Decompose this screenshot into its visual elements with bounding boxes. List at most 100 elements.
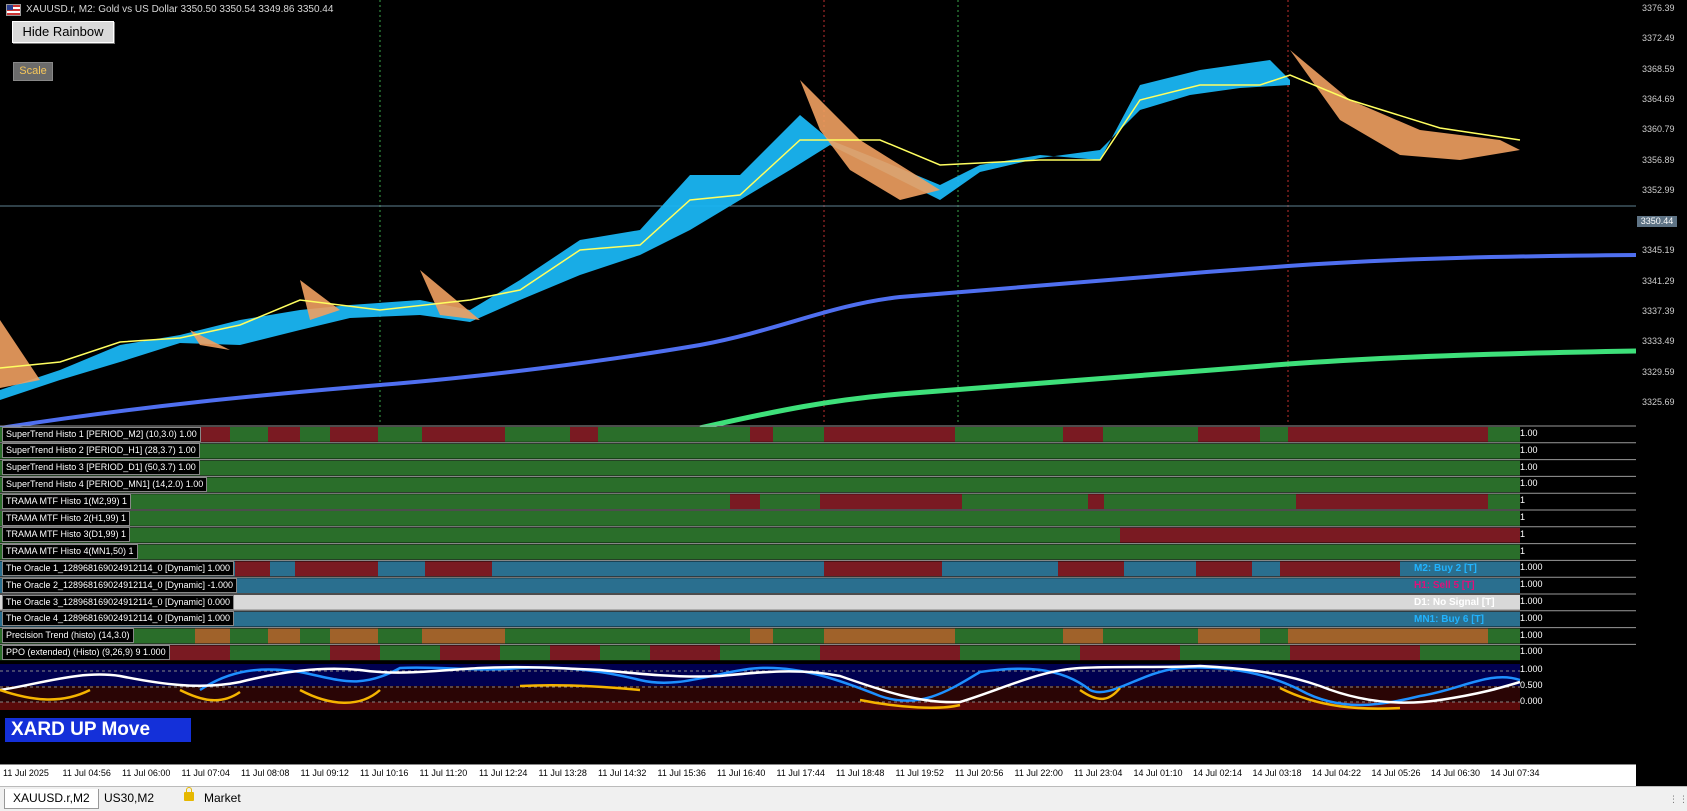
histo-segment [1104, 494, 1296, 509]
histo-segment [300, 427, 330, 442]
time-axis-label: 14 Jul 04:22 [1312, 768, 1362, 778]
subwindow-scale-label: 1.00 [1520, 428, 1538, 438]
price-axis-label: 3345.19 [1642, 245, 1675, 256]
histo-segment [268, 427, 300, 442]
tab-us30[interactable]: US30,M2 [96, 789, 162, 808]
oracle-status-h1: H1: Sell 5 [T] [1414, 580, 1475, 591]
histo-segment [820, 645, 960, 661]
histo-segment [1488, 494, 1520, 509]
subwindow-scale-label: 1.00 [1520, 478, 1538, 489]
subwindow-label: SuperTrend Histo 1 [PERIOD_M2] (10,3.0) … [2, 426, 201, 442]
histo-segment [1063, 427, 1103, 442]
subwindow-label: SuperTrend Histo 2 [PERIOD_H1] (28,3.7) … [2, 443, 200, 459]
histo-segment [422, 427, 505, 442]
time-axis-label: 14 Jul 02:14 [1193, 768, 1243, 778]
histo-segment [824, 561, 942, 577]
histo-segment [1180, 645, 1290, 661]
resize-grip-icon[interactable]: ⋮⋮ [1669, 794, 1687, 804]
subwindow-label: SuperTrend Histo 4 [PERIOD_MN1] (14,2.0)… [2, 476, 208, 492]
histo-segment [1260, 427, 1288, 442]
price-chart[interactable] [0, 0, 1636, 764]
subwindow-scale-label: 1.00 [1520, 461, 1538, 472]
histo-segment [300, 628, 330, 644]
terminal-window: XAUUSD.r, M2: Gold vs US Dollar 3350.50 … [0, 0, 1687, 811]
tab-xauusd[interactable]: XAUUSD.r,M2 [4, 789, 99, 809]
histo-segment [230, 628, 268, 644]
lock-icon [184, 787, 194, 801]
histo-segment [270, 561, 295, 577]
bull-band [0, 60, 1290, 400]
price-axis-label: 3356.89 [1642, 154, 1675, 165]
histo-segment [268, 628, 300, 644]
histo-segment [230, 427, 268, 442]
histo-segment [1290, 645, 1420, 661]
histo-segment [773, 427, 824, 442]
histo-segment [1260, 628, 1288, 644]
time-axis-label: 14 Jul 07:34 [1490, 768, 1540, 778]
hide-rainbow-button[interactable]: Hide Rainbow [12, 21, 114, 43]
histo-segment [1124, 561, 1196, 577]
histo-segment [1058, 561, 1124, 577]
histo-segment [500, 645, 550, 661]
subwindow-label: TRAMA MTF Histo 4(MN1,50) 1 [2, 544, 138, 560]
xard-scale-label: 0.500 [1520, 680, 1543, 690]
time-axis-label: 11 Jul 09:12 [300, 768, 349, 778]
time-axis-label: 11 Jul 07:04 [181, 768, 230, 778]
histo-segment [1296, 494, 1310, 509]
chart-area[interactable]: XAUUSD.r, M2: Gold vs US Dollar 3350.50 … [0, 0, 1636, 787]
histo-segment [750, 628, 773, 644]
subwindow-scale-label: 1 [1520, 512, 1526, 522]
histo-segment [1420, 645, 1520, 661]
oracle-status-m2: M2: Buy 2 [T] [1414, 563, 1477, 574]
histo-segment [1063, 628, 1103, 644]
subwindow-scale-label: 1.000 [1520, 579, 1543, 590]
histo-segment [505, 628, 750, 644]
subwindow-scale-label: 1.000 [1520, 596, 1543, 606]
tab-market[interactable]: Market [196, 789, 249, 808]
ma-green-line [699, 348, 1636, 431]
subwindow-scale-label: 1 [1520, 528, 1526, 539]
histo-segment [505, 427, 570, 442]
histo-segment [1280, 561, 1400, 577]
subwindow-label: TRAMA MTF Histo 3(D1,99) 1 [2, 527, 131, 543]
histo-segment [0, 460, 1520, 476]
time-axis-label: 11 Jul 18:48 [836, 768, 885, 778]
histo-segment [492, 561, 824, 577]
time-axis-label: 11 Jul 14:32 [598, 768, 647, 778]
histo-segment [1103, 628, 1198, 644]
subwindow-scale-label: 1 [1520, 545, 1526, 556]
time-axis-label: 11 Jul 16:40 [717, 768, 766, 778]
histo-segment [425, 561, 492, 577]
subwindow-scale-label: 1.000 [1520, 629, 1543, 640]
histo-segment [1103, 427, 1198, 442]
histo-segment [773, 628, 824, 644]
histo-segment [1488, 628, 1520, 644]
price-axis-label: 3341.29 [1642, 275, 1675, 286]
time-axis-label: 14 Jul 01:10 [1133, 768, 1183, 778]
histo-segment [720, 645, 820, 661]
scale-button[interactable]: Scale [13, 62, 53, 81]
time-axis-label: 11 Jul 06:00 [122, 768, 171, 778]
subwindow-scale-label: 1 [1520, 495, 1526, 506]
histo-segment [960, 645, 1080, 661]
subwindow-label: TRAMA MTF Histo 1(M2,99) 1 [2, 493, 132, 509]
current-price-tag: 3350.44 [1637, 216, 1677, 227]
histo-segment [600, 645, 650, 661]
subwindow-label: Precision Trend (histo) (14,3.0) [2, 628, 134, 644]
time-axis-label: 11 Jul 13:28 [538, 768, 587, 778]
histo-segment [1120, 527, 1520, 543]
time-axis-label: 11 Jul 15:36 [657, 768, 706, 778]
histo-segment [0, 477, 1520, 493]
histo-segment [730, 494, 760, 509]
xard-panel-title: XARD UP Move [5, 718, 191, 742]
chart-tab-bar: XAUUSD.r,M2 US30,M2 Market ⋮⋮ [0, 786, 1687, 811]
histo-segment [1288, 628, 1488, 644]
histo-segment [330, 628, 378, 644]
histo-segment [235, 561, 270, 577]
subwindow-label: PPO (extended) (Histo) (9,26,9) 9 1.000 [2, 644, 170, 660]
price-axis-label: 3337.39 [1642, 306, 1675, 316]
histo-segment [330, 645, 380, 661]
price-axis[interactable]: 3376.39 3372.49 3368.59 3364.69 3360.79 3356.… [1520, 0, 1687, 786]
subwindow-scale-label: 1.000 [1520, 646, 1543, 657]
time-axis-label: 14 Jul 03:18 [1252, 768, 1302, 778]
